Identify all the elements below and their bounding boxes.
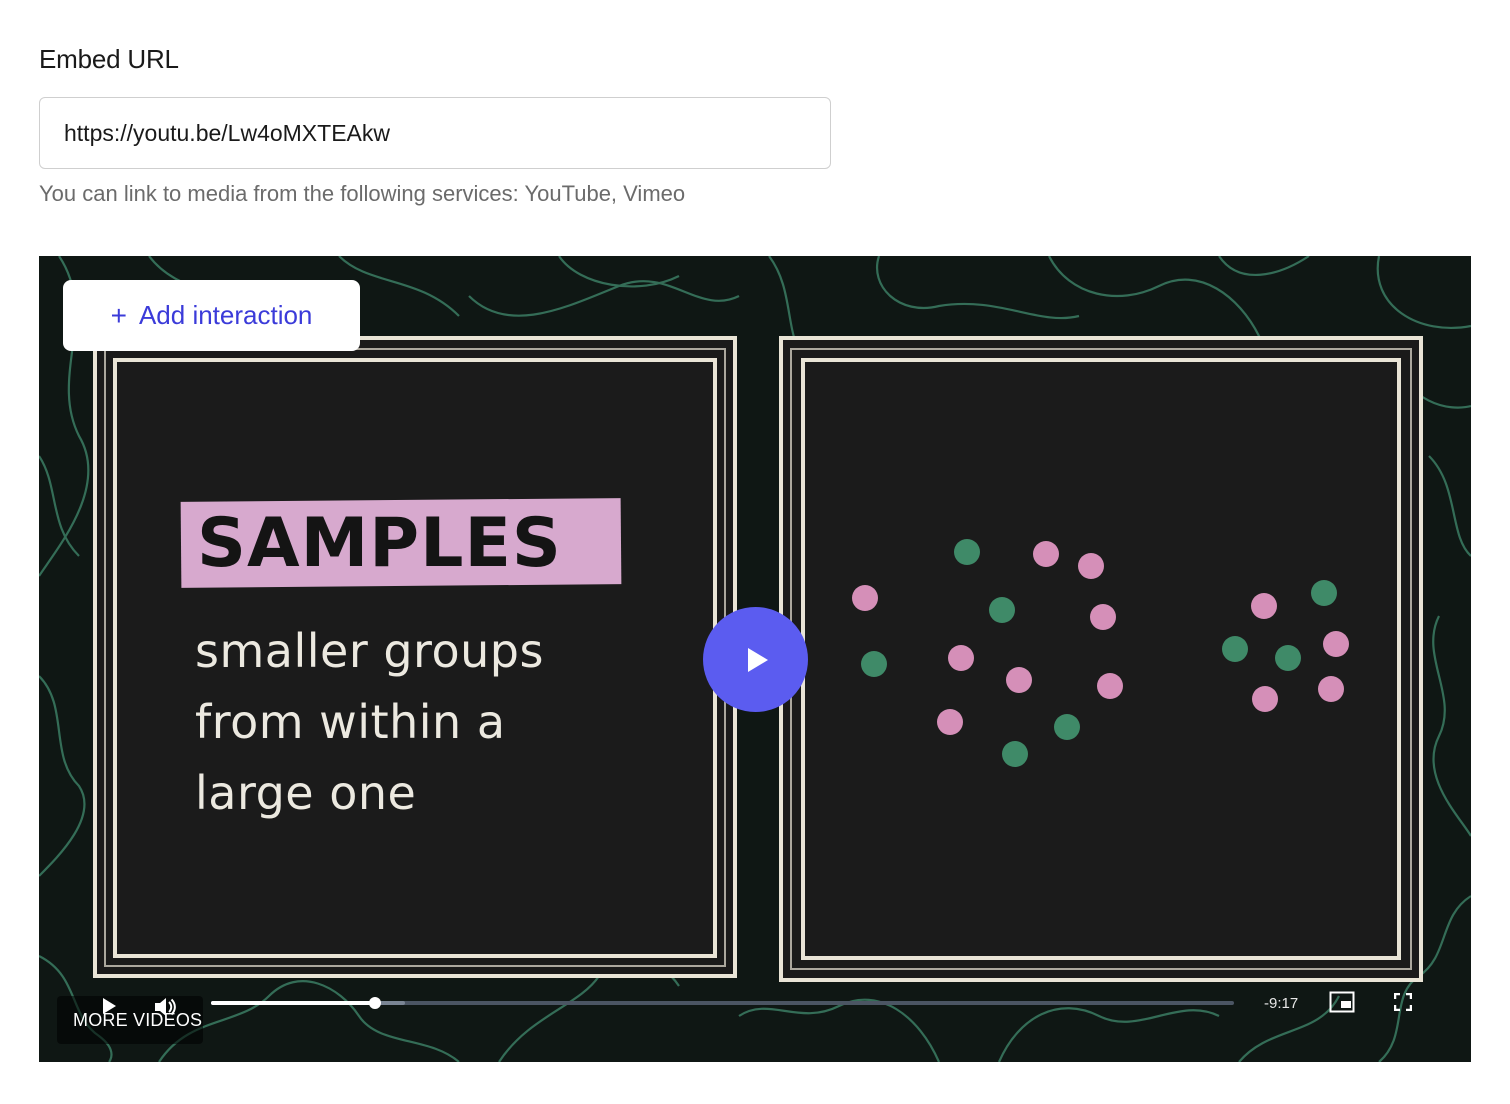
video-player[interactable]: SAMPLES smaller groups from within a lar… (39, 256, 1471, 1062)
caption-line: from within a (195, 695, 506, 749)
caption-line: large one (195, 766, 417, 820)
add-interaction-label: Add interaction (138, 300, 313, 330)
player-controls: MORE VIDEOS -9:17 (39, 984, 1471, 1044)
more-videos-button[interactable]: MORE VIDEOS (57, 996, 203, 1044)
embed-url-input[interactable] (39, 97, 831, 169)
fullscreen-icon[interactable] (1394, 993, 1412, 1011)
big-play-button[interactable] (703, 607, 808, 712)
add-interaction-button[interactable]: + Add interaction (63, 280, 360, 351)
play-icon (747, 647, 768, 672)
more-videos-label: MORE VIDEOS (73, 1010, 203, 1030)
progress-bar[interactable] (211, 997, 1234, 1009)
time-remaining: -9:17 (1264, 995, 1299, 1012)
progress-played (211, 1001, 375, 1005)
plus-icon: + (110, 299, 127, 331)
video-caption: smaller groups from within a large one (195, 616, 544, 829)
caption-line: smaller groups (195, 624, 544, 678)
embed-url-label: Embed URL (39, 44, 179, 74)
picture-in-picture-icon[interactable] (1329, 991, 1355, 1013)
supported-services-help: You can link to media from the following… (39, 181, 686, 206)
progress-scrubber[interactable] (368, 997, 381, 1009)
video-heading: SAMPLES (197, 504, 562, 583)
